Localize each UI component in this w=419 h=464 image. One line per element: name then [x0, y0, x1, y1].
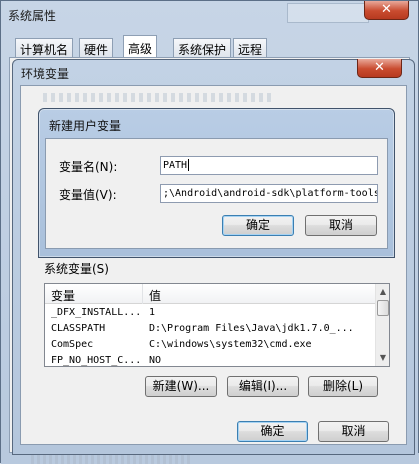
system-properties-title: 系统属性 [8, 9, 57, 23]
table-row[interactable]: CLASSPATH D:\Program Files\Java\jdk1.7.0… [45, 322, 375, 338]
variable-name-value: PATH [163, 160, 188, 171]
list-vertical-scrollbar[interactable]: ▲ ▼ [375, 284, 389, 366]
environment-variables-close-button[interactable]: ✕ [357, 59, 402, 78]
environment-variables-title: 环境变量 [21, 67, 70, 81]
env-ok-button[interactable]: 确定 [237, 421, 308, 442]
table-row[interactable]: _DFX_INSTALL... 1 [45, 306, 375, 322]
row-variable-value: C:\windows\system32\cmd.exe [149, 339, 312, 350]
new-var-ok-button[interactable]: 确定 [222, 215, 294, 236]
tab-system-protection[interactable]: 系统保护 [173, 38, 232, 57]
variable-value-label: 变量值(V): [59, 188, 117, 202]
variable-name-input[interactable]: PATH [160, 156, 378, 175]
column-header-variable[interactable]: 变量 [51, 287, 75, 304]
system-variables-label: 系统变量(S) [44, 262, 109, 276]
row-variable-name: CLASSPATH [51, 323, 106, 334]
list-header: 变量 值 [45, 284, 375, 304]
column-header-value[interactable]: 值 [149, 287, 161, 304]
row-variable-name: FP_NO_HOST_C... [51, 355, 141, 366]
tab-remote[interactable]: 远程 [233, 38, 268, 57]
tab-advanced[interactable]: 高级 [123, 35, 158, 58]
system-properties-close-button[interactable]: ✕ [364, 1, 409, 20]
scrollbar-thumb[interactable] [377, 300, 389, 316]
variable-value-input[interactable]: ;\Android\android-sdk\platform-tools [160, 184, 378, 203]
text-caret [188, 159, 190, 171]
row-variable-name: _DFX_INSTALL... [51, 307, 141, 318]
scroll-down-arrow-icon[interactable]: ▼ [376, 351, 389, 365]
new-user-variable-title: 新建用户变量 [49, 119, 122, 133]
background-search-box [287, 3, 369, 23]
system-variables-list[interactable]: 变量 值 _DFX_INSTALL... 1 CLASSPATH D:\Prog… [44, 283, 390, 367]
column-separator[interactable] [142, 284, 143, 304]
table-row[interactable]: ComSpec C:\windows\system32\cmd.exe [45, 338, 375, 354]
edit-system-variable-button[interactable]: 编辑(I)... [227, 376, 299, 397]
row-variable-value: NO [149, 355, 162, 366]
new-system-variable-button[interactable]: 新建(W)... [145, 376, 217, 397]
ghost-text-line [43, 93, 273, 102]
variable-name-label: 变量名(N): [59, 160, 118, 174]
tab-hardware[interactable]: 硬件 [79, 38, 114, 57]
tab-computer-name[interactable]: 计算机名 [15, 38, 74, 57]
new-user-variable-panel: 变量名(N): PATH 变量值(V): ;\Android\android-s… [45, 138, 388, 249]
table-row[interactable]: FP_NO_HOST_C... NO [45, 354, 375, 366]
row-variable-value: D:\Program Files\Java\jdk1.7.0_... [149, 323, 354, 334]
new-var-cancel-button[interactable]: 取消 [305, 215, 377, 236]
new-user-variable-dialog: 新建用户变量 变量名(N): PATH 变量值(V): ;\Android\an… [38, 108, 395, 258]
row-variable-name: ComSpec [51, 339, 94, 350]
delete-system-variable-button[interactable]: 删除(L) [308, 376, 378, 397]
env-cancel-button[interactable]: 取消 [318, 421, 389, 442]
row-variable-value: 1 [149, 307, 156, 318]
scroll-up-arrow-icon[interactable]: ▲ [376, 285, 389, 299]
variable-value-value: ;\Android\android-sdk\platform-tools [163, 188, 378, 199]
